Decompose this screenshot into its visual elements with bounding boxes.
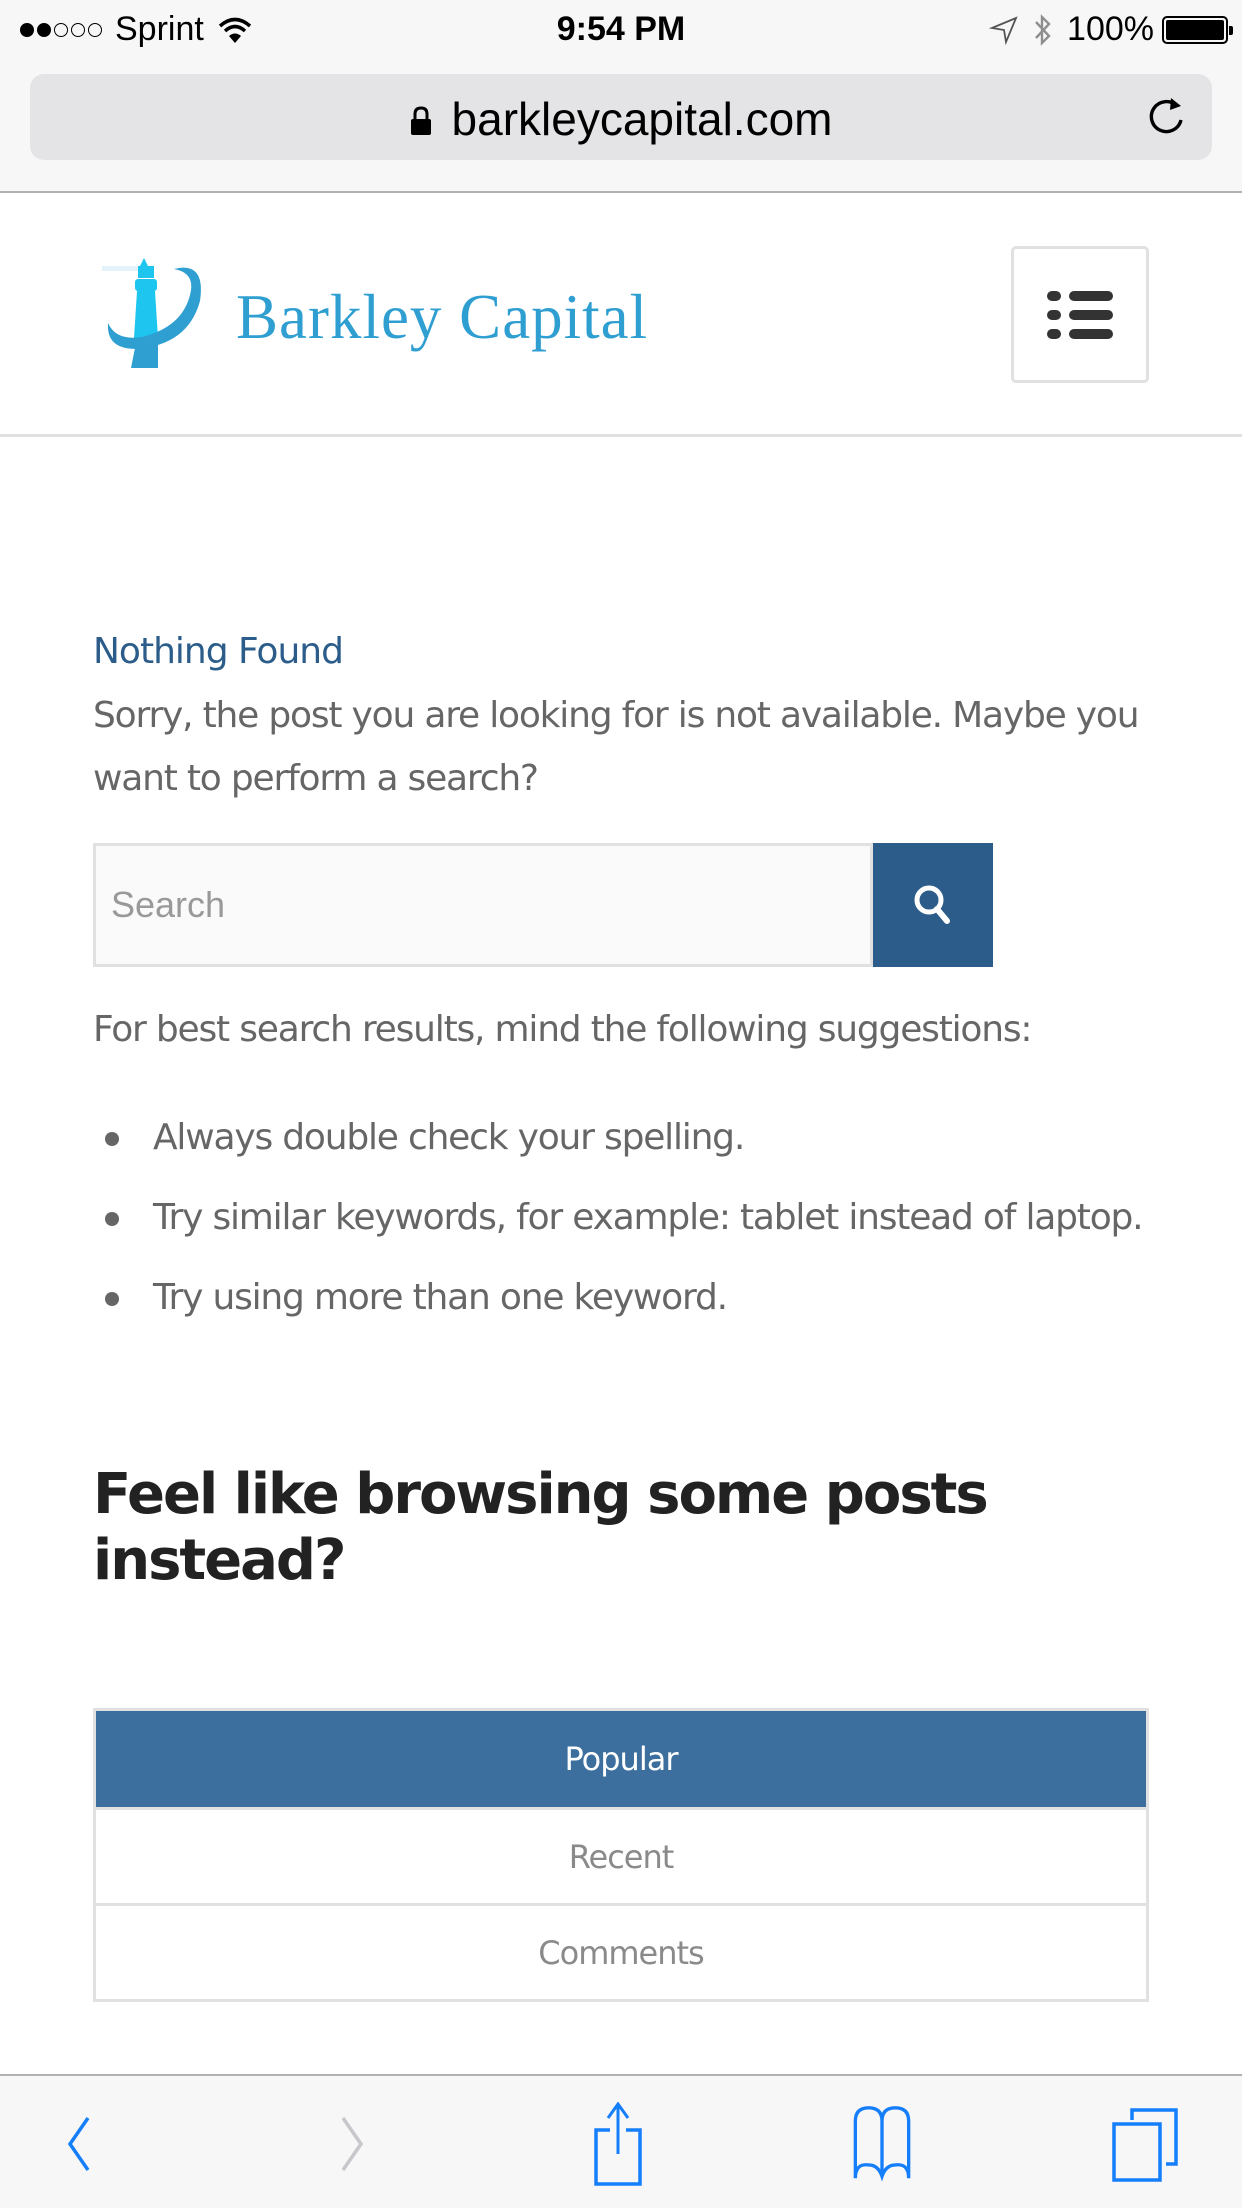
site-logo[interactable]: Barkley Capital [96, 253, 648, 373]
suggestions-list: Always double check your spelling. Try s… [93, 1106, 1153, 1346]
bullet-icon [105, 1292, 119, 1306]
forward-icon [341, 2117, 364, 2171]
nothing-found-message: Sorry, the post you are looking for is n… [93, 695, 1140, 799]
lighthouse-logo-icon [102, 258, 201, 368]
back-icon [67, 2117, 90, 2171]
address-bar[interactable]: barkleycapital.com [30, 74, 1212, 160]
tab-popular[interactable]: Popular [96, 1711, 1146, 1807]
bookmarks-button[interactable] [842, 2104, 922, 2184]
location-icon [989, 15, 1018, 45]
tabs-icon [1112, 2108, 1178, 2182]
tab-recent[interactable]: Recent [96, 1807, 1146, 1903]
suggestion-item: Try similar keywords, for example: table… [93, 1186, 1153, 1250]
search-button[interactable] [873, 843, 993, 967]
browse-posts-heading: Feel like browsing some posts instead? [93, 1462, 989, 1593]
search-hint: For best search results, mind the follow… [93, 1009, 1033, 1050]
logo-text: Barkley Capital [236, 281, 649, 352]
site-header: Barkley Capital [0, 195, 1242, 437]
menu-button[interactable] [1011, 246, 1149, 383]
lock-icon [410, 106, 431, 135]
browser-toolbar [0, 2074, 1242, 2208]
battery-icon [1162, 15, 1233, 44]
list-menu-icon [1047, 290, 1113, 339]
main-content: Nothing Found Sorry, the post you are lo… [93, 620, 1153, 2002]
status-bar: Sprint 9:54 PM 100% [0, 0, 1242, 60]
browser-top-bar: Sprint 9:54 PM 100% barkleycapital.com [0, 0, 1242, 193]
bluetooth-icon [1035, 13, 1051, 46]
search-input[interactable] [93, 843, 873, 967]
posts-tabs: Popular Recent Comments [93, 1708, 1149, 2002]
url-text: barkleycapital.com [451, 93, 833, 145]
tab-comments[interactable]: Comments [96, 1903, 1146, 1999]
search-form [93, 843, 993, 967]
nothing-found-title: Nothing Found [93, 631, 344, 672]
suggestion-item: Try using more than one keyword. [93, 1266, 1153, 1330]
tabs-button[interactable] [1104, 2104, 1184, 2184]
suggestion-item: Always double check your spelling. [93, 1106, 1153, 1170]
forward-button[interactable] [313, 2104, 393, 2184]
search-icon [914, 885, 950, 924]
share-button[interactable] [578, 2102, 658, 2186]
share-icon [594, 2102, 642, 2186]
back-button[interactable] [38, 2104, 118, 2184]
bullet-icon [105, 1132, 119, 1146]
bullet-icon [105, 1212, 119, 1226]
reload-icon[interactable] [1144, 94, 1190, 140]
bookmarks-icon [853, 2106, 911, 2182]
battery-percent: 100% [1067, 10, 1154, 48]
